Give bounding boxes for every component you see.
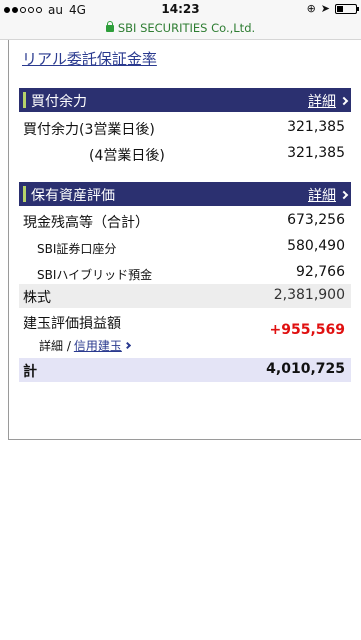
row-label: 買付余力(3営業日後) [23,122,155,138]
detail-label: 詳細 [308,188,336,204]
stocks-label: 株式 [23,290,51,306]
row-value: 321,385 [287,145,345,161]
assets-detail-link[interactable]: 詳細 [308,185,349,205]
margin-positions-link[interactable]: 信用建玉 [74,337,122,354]
cash-total-row: 現金残高等（合計） 673,256 [19,209,351,233]
battery-icon [335,3,359,14]
rotation-lock-icon: ⊕ [306,2,316,15]
hybrid-deposit-label: SBIハイブリッド預金 [37,268,153,282]
assets-title: 保有資産評価 [31,188,115,204]
sbi-account-row: SBI証券口座分 580,490 [19,235,351,259]
position-pl-label: 建玉評価損益額 [23,316,121,332]
status-bar: au 4G 14:23 ⊕ ➤ SBI SECURITIES Co.,Ltd. [0,0,361,40]
status-icons: ⊕ ➤ [306,2,359,15]
chevron-right-icon [123,341,131,350]
header-accent [23,92,26,108]
assets-header: 保有資産評価 詳細 [19,182,351,206]
total-value: 4,010,725 [266,361,345,377]
position-pl-row: 建玉評価損益額 +955,569 詳細 / 信用建玉 [19,310,351,358]
row-value: 321,385 [287,119,345,135]
buying-power-detail-link[interactable]: 詳細 [308,91,349,111]
real-margin-ratio-link[interactable]: リアル委託保証金率 [22,48,157,69]
detail-label: 詳細 [308,94,336,110]
location-arrow-icon: ➤ [320,2,330,15]
site-name: SBI SECURITIES Co.,Ltd. [117,21,256,35]
buying-power-row-4day: (4営業日後) 321,385 [19,142,351,166]
chevron-right-icon [339,96,349,106]
cash-total-label: 現金残高等（合計） [23,215,149,231]
url-bar[interactable]: SBI SECURITIES Co.,Ltd. [0,21,361,35]
header-accent [23,186,26,202]
buying-power-row-3day: 買付余力(3営業日後) 321,385 [19,116,351,140]
stocks-value: 2,381,900 [273,287,345,303]
sbi-account-value: 580,490 [287,238,345,254]
battery-level [337,5,344,12]
total-row: 計 4,010,725 [19,358,351,382]
lock-icon [105,21,114,32]
row-label: (4営業日後) [89,148,165,164]
pl-detail-label: 詳細 / [39,339,71,353]
chevron-right-icon [339,190,349,200]
cash-total-value: 673,256 [287,212,345,228]
stocks-row: 株式 2,381,900 [19,284,351,308]
buying-power-title: 買付余力 [31,94,87,110]
hybrid-deposit-value: 92,766 [296,264,345,280]
total-label: 計 [23,364,37,380]
position-pl-value: +955,569 [269,322,346,338]
hybrid-deposit-row: SBIハイブリッド預金 92,766 [19,261,351,285]
sbi-account-label: SBI証券口座分 [37,242,117,256]
buying-power-header: 買付余力 詳細 [19,88,351,112]
position-pl-links: 詳細 / 信用建玉 [39,337,131,354]
